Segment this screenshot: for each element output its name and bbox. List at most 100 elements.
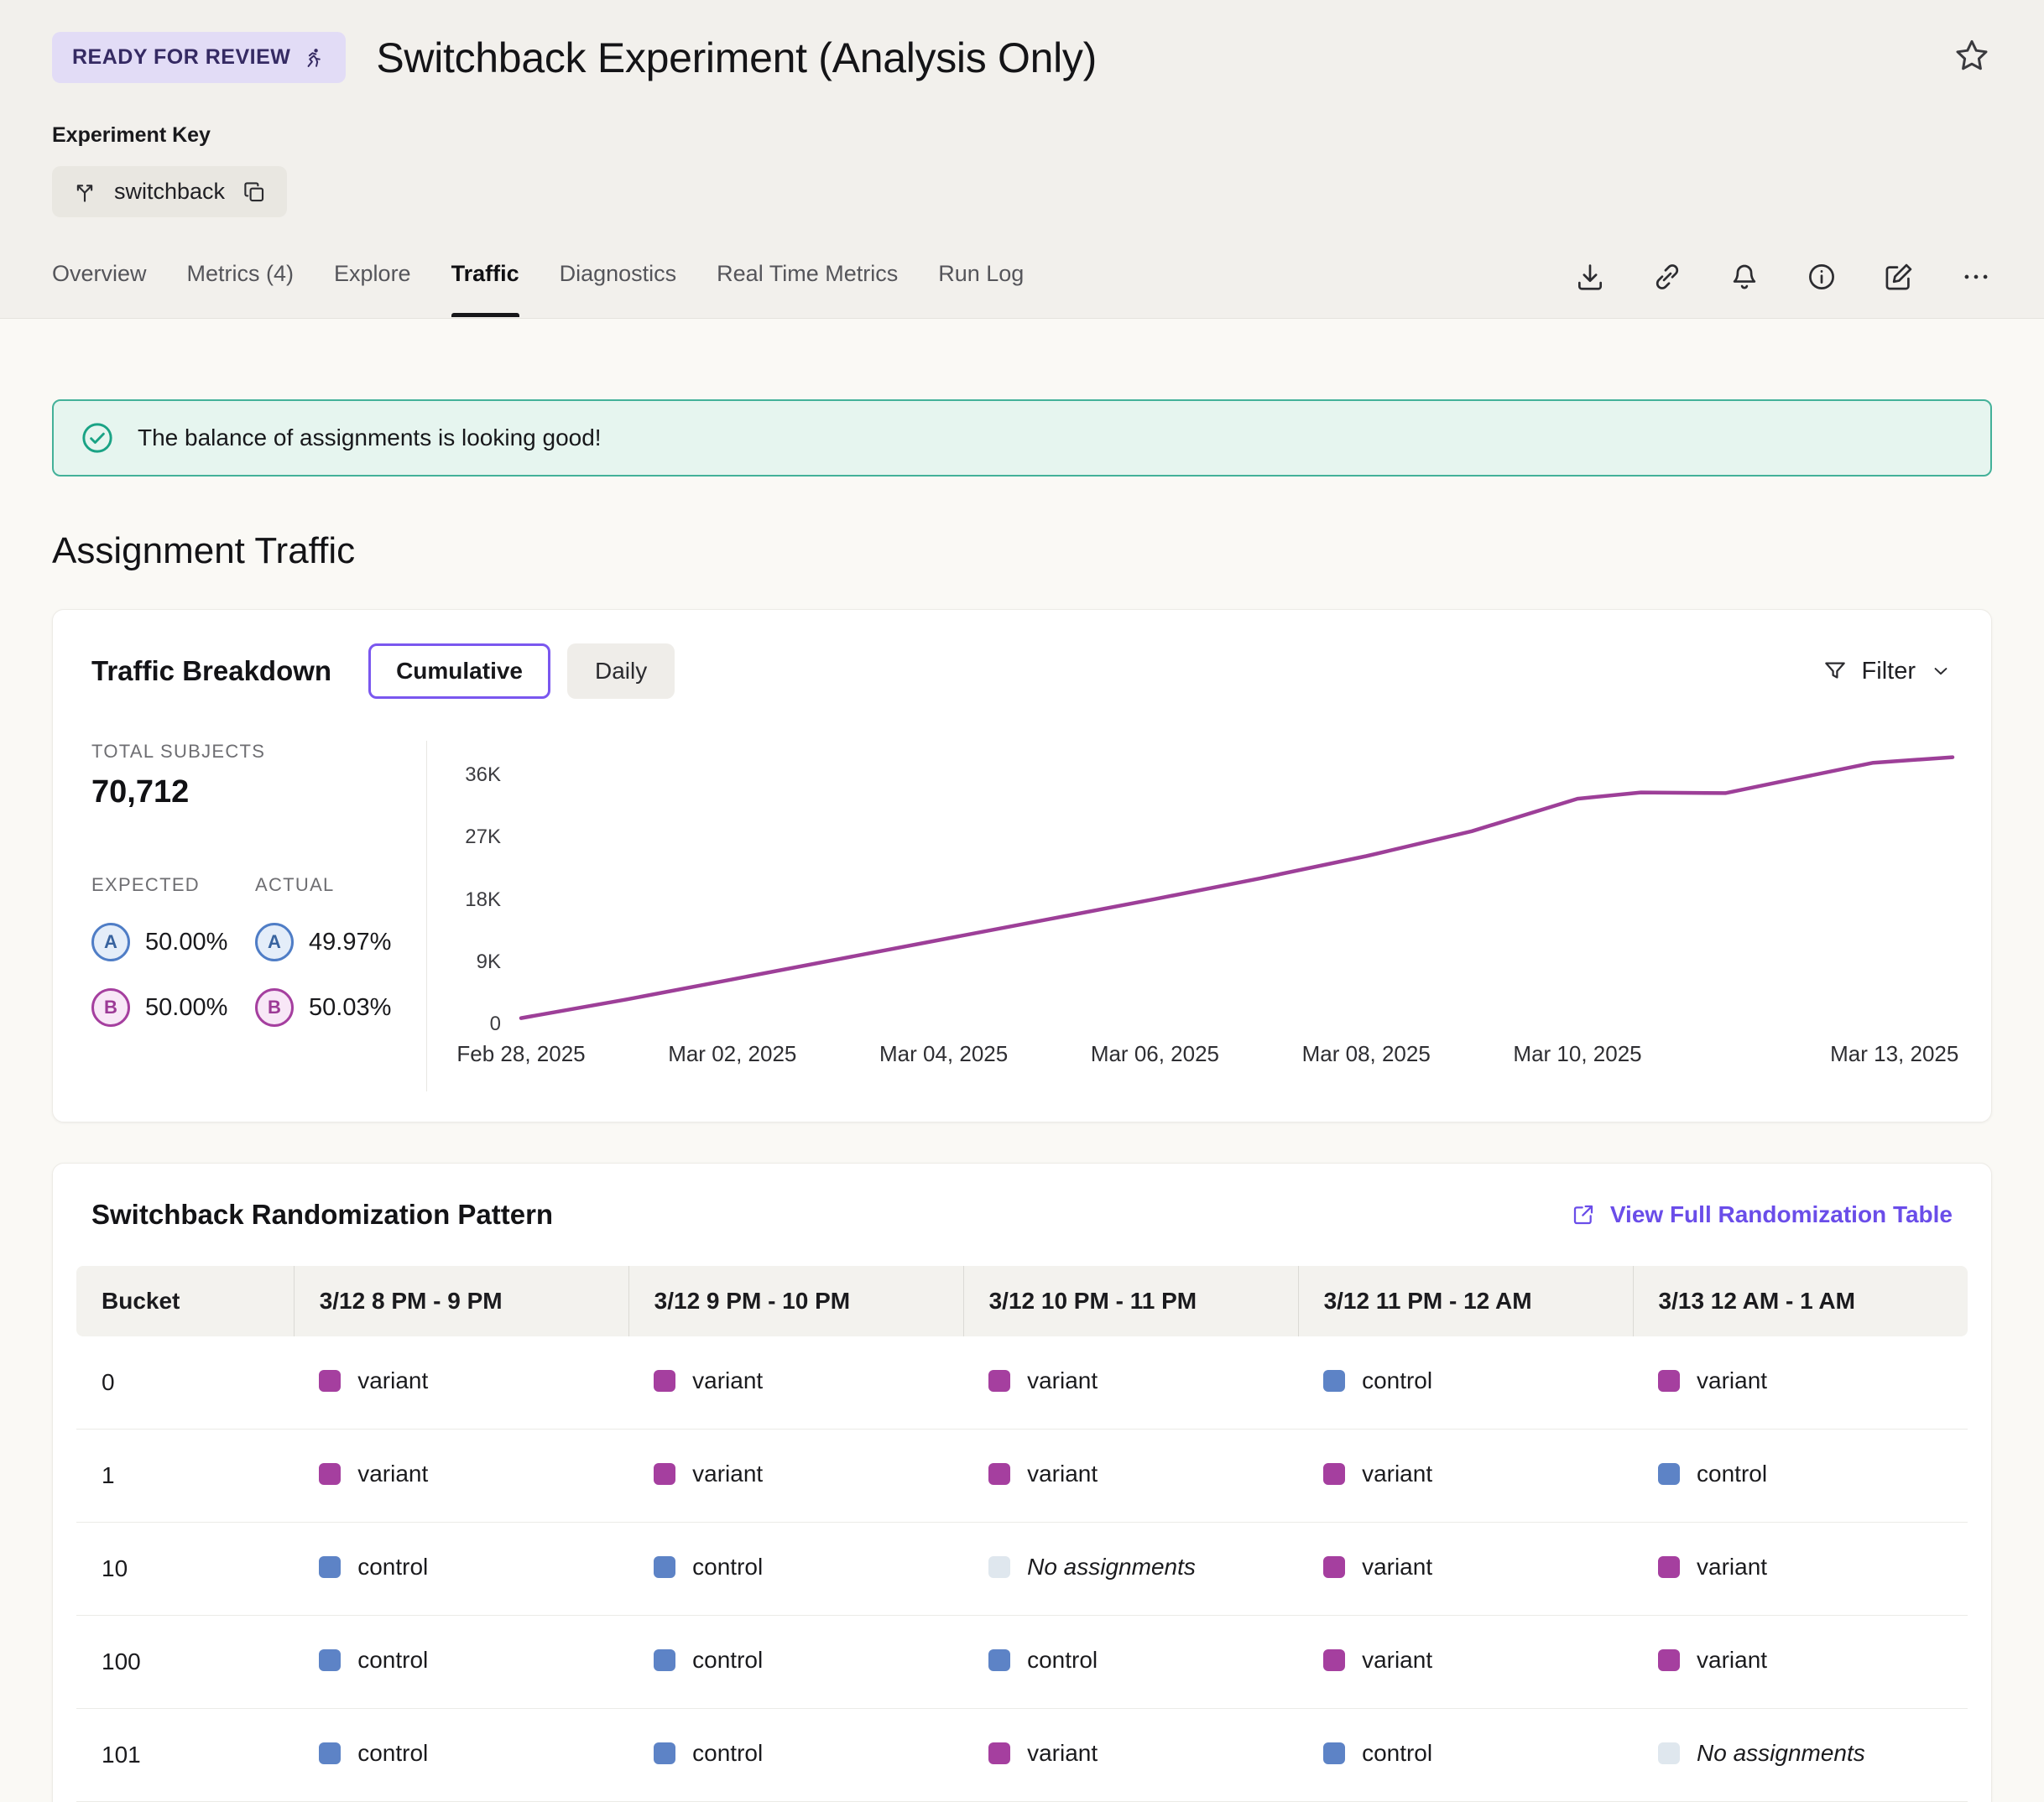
assignment-cell: control xyxy=(294,1709,628,1802)
traffic-stats: TOTAL SUBJECTS 70,712 EXPECTED ACTUAL A … xyxy=(91,741,427,1091)
bucket-cell: 101 xyxy=(76,1709,294,1802)
assignment-value: No assignments xyxy=(1658,1740,1865,1767)
assignment-label: control xyxy=(692,1554,763,1581)
tab-traffic[interactable]: Traffic xyxy=(451,261,519,317)
assignment-value: variant xyxy=(1323,1647,1432,1674)
traffic-card-header: Traffic Breakdown Cumulative Daily Filte… xyxy=(91,643,1953,699)
page-title: Switchback Experiment (Analysis Only) xyxy=(376,34,1097,82)
ellipsis-icon[interactable] xyxy=(1960,261,1992,293)
assignment-cell: variant xyxy=(1633,1336,1968,1430)
assignment-label: variant xyxy=(1362,1554,1432,1581)
filter-control[interactable]: Filter xyxy=(1822,658,1953,685)
x-tick-label: Feb 28, 2025 xyxy=(456,1041,585,1067)
assignment-cell: variant xyxy=(1633,1523,1968,1616)
experiment-header: READY FOR REVIEW Switchback Experiment (… xyxy=(0,0,2044,319)
assignment-cell: variant xyxy=(1633,1616,1968,1709)
check-circle-icon xyxy=(79,419,116,456)
assignment-cell: control xyxy=(628,1616,963,1709)
traffic-line-svg xyxy=(521,747,1953,1024)
cumulative-toggle-button[interactable]: Cumulative xyxy=(368,643,550,699)
info-icon[interactable] xyxy=(1806,261,1838,293)
assignment-label: variant xyxy=(1697,1647,1767,1674)
main-content: The balance of assignments is looking go… xyxy=(0,399,2044,1802)
table-row: 101controlcontrolvariantcontrolNo assign… xyxy=(76,1709,1968,1802)
assignment-label: control xyxy=(692,1647,763,1674)
link-icon[interactable] xyxy=(1651,261,1683,293)
assignment-label: variant xyxy=(1027,1740,1098,1767)
variant-swatch xyxy=(1658,1556,1680,1578)
traffic-card-title: Traffic Breakdown xyxy=(91,655,331,687)
variant-b-actual-value: 50.03% xyxy=(309,994,391,1022)
edit-icon[interactable] xyxy=(1883,261,1915,293)
control-swatch xyxy=(654,1556,675,1578)
assignment-label: control xyxy=(1027,1647,1098,1674)
assignment-cell: No assignments xyxy=(1633,1709,1968,1802)
variant-a-expected-value: 50.00% xyxy=(145,929,227,956)
variant-swatch xyxy=(654,1463,675,1485)
assignment-label: control xyxy=(357,1554,428,1581)
table-row: 0variantvariantvariantcontrolvariant xyxy=(76,1336,1968,1430)
experiment-key-chip[interactable]: switchback xyxy=(52,166,287,217)
traffic-breakdown-card: Traffic Breakdown Cumulative Daily Filte… xyxy=(52,609,1992,1122)
tab-explore[interactable]: Explore xyxy=(334,261,411,317)
control-swatch xyxy=(319,1556,341,1578)
copy-icon[interactable] xyxy=(242,180,267,205)
status-badge: READY FOR REVIEW xyxy=(52,32,346,83)
favorite-star-icon[interactable] xyxy=(1952,36,1992,79)
experiment-key-label: Experiment Key xyxy=(52,123,1992,148)
assignment-value: variant xyxy=(1323,1461,1432,1487)
tab-metrics[interactable]: Metrics (4) xyxy=(187,261,295,317)
control-swatch xyxy=(654,1742,675,1764)
column-header-bucket: Bucket xyxy=(76,1266,294,1336)
assignment-cell: control xyxy=(294,1523,628,1616)
daily-toggle-button[interactable]: Daily xyxy=(567,643,675,699)
tab-bar: Overview Metrics (4) Explore Traffic Dia… xyxy=(52,261,1024,317)
view-full-randomization-table-link[interactable]: View Full Randomization Table xyxy=(1570,1201,1953,1228)
bell-icon[interactable] xyxy=(1729,261,1760,293)
y-tick-label: 18K xyxy=(465,888,501,912)
assignment-label: variant xyxy=(357,1367,428,1394)
tab-real-time-metrics[interactable]: Real Time Metrics xyxy=(717,261,898,317)
assignment-label: variant xyxy=(1027,1461,1098,1487)
assignment-label: control xyxy=(1362,1367,1432,1394)
assignment-value: variant xyxy=(1323,1554,1432,1581)
variant-a-badge: A xyxy=(255,923,294,961)
variant-a-actual: A 49.97% xyxy=(255,923,391,961)
assignment-cell: variant xyxy=(1298,1523,1633,1616)
tab-overview[interactable]: Overview xyxy=(52,261,147,317)
tab-run-log[interactable]: Run Log xyxy=(938,261,1024,317)
expected-actual-header: EXPECTED ACTUAL xyxy=(91,874,389,896)
assignment-value: variant xyxy=(654,1461,763,1487)
column-header-slot-4: 3/12 11 PM - 12 AM xyxy=(1298,1266,1633,1336)
variant-b-badge: B xyxy=(255,988,294,1027)
assignment-value: variant xyxy=(988,1461,1098,1487)
variant-b-actual: B 50.03% xyxy=(255,988,391,1027)
status-badge-label: READY FOR REVIEW xyxy=(72,45,290,70)
assignment-value: control xyxy=(654,1647,763,1674)
assignment-label: variant xyxy=(1027,1367,1098,1394)
assignment-value: control xyxy=(654,1554,763,1581)
variant-swatch xyxy=(1323,1463,1345,1485)
assignment-value: variant xyxy=(988,1367,1098,1394)
tab-diagnostics[interactable]: Diagnostics xyxy=(560,261,677,317)
y-tick-label: 27K xyxy=(465,825,501,849)
variant-swatch xyxy=(988,1370,1010,1392)
assignment-cell: control xyxy=(628,1523,963,1616)
randomization-table-head: Bucket 3/12 8 PM - 9 PM 3/12 9 PM - 10 P… xyxy=(76,1266,1968,1336)
title-row: READY FOR REVIEW Switchback Experiment (… xyxy=(52,32,1992,83)
assignment-label: control xyxy=(692,1740,763,1767)
chart-y-axis: 09K18K27K36K xyxy=(446,747,521,1024)
assignment-label: variant xyxy=(1697,1554,1767,1581)
download-icon[interactable] xyxy=(1574,261,1606,293)
variant-swatch xyxy=(988,1742,1010,1764)
control-swatch xyxy=(654,1649,675,1671)
success-banner: The balance of assignments is looking go… xyxy=(52,399,1992,477)
x-tick-label: Mar 06, 2025 xyxy=(1091,1041,1219,1067)
traffic-chart: 09K18K27K36K Feb 28, 2025Mar 02, 2025Mar… xyxy=(427,741,1953,1091)
assignment-cell: control xyxy=(963,1616,1298,1709)
actual-label: ACTUAL xyxy=(255,874,389,896)
assignment-label: control xyxy=(357,1647,428,1674)
bucket-cell: 1 xyxy=(76,1430,294,1523)
column-header-slot-3: 3/12 10 PM - 11 PM xyxy=(963,1266,1298,1336)
assignment-value: variant xyxy=(988,1740,1098,1767)
